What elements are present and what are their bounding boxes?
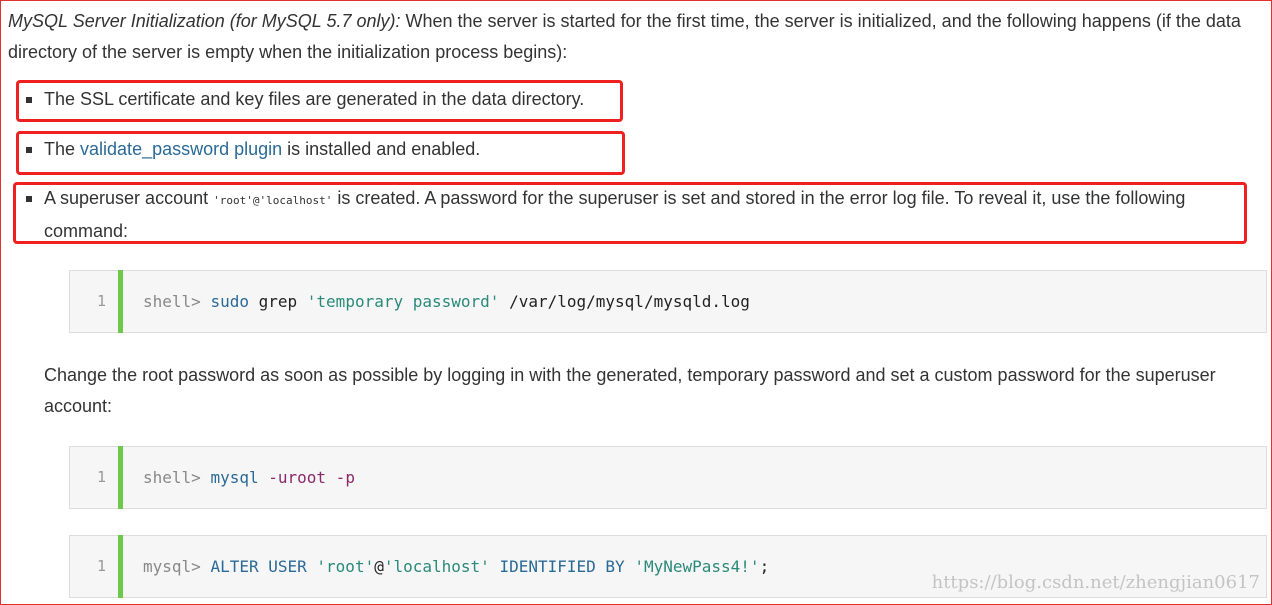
change-password-paragraph: Change the root password as soon as poss… (44, 365, 1216, 416)
code-line: shell> mysql -uroot -p (143, 447, 355, 508)
validate-password-plugin-link[interactable]: validate_password plugin (80, 139, 282, 159)
code-command: mysql (210, 468, 259, 487)
code-terminator: ; (759, 557, 770, 576)
code-command: sudo (210, 292, 249, 311)
line-number: 1 (96, 468, 106, 486)
bullet-validate-pre: The (44, 139, 81, 159)
code-string: 'MyNewPass4!' (634, 557, 760, 576)
code-string: 'temporary password' (306, 292, 500, 311)
line-number: 1 (96, 557, 106, 575)
code-block-mysql-login: 1 shell> mysql -uroot -p (69, 446, 1267, 509)
bullet-superuser: A superuser account 'root'@'localhost' i… (26, 183, 1239, 246)
watermark: https://blog.csdn.net/zhengjian0617 (931, 572, 1260, 593)
code-accent-bar (118, 535, 123, 598)
code-block-grep: 1 shell> sudo grep 'temporary password' … (69, 270, 1267, 333)
code-accent-bar (118, 270, 123, 333)
code-accent-bar (118, 446, 123, 509)
code-keyword: ALTER USER (210, 557, 307, 576)
code-path: /var/log/mysql/mysqld.log (509, 292, 750, 311)
code-line: mysql> ALTER USER 'root'@'localhost' IDE… (143, 536, 769, 597)
intro-lead: MySQL Server Initialization (for MySQL 5… (8, 11, 401, 31)
code-prompt: shell> (143, 292, 201, 311)
superuser-account-code: 'root'@'localhost' (213, 194, 333, 207)
bullet-ssl-text: The SSL certificate and key files are ge… (44, 89, 585, 109)
code-prompt: shell> (143, 468, 201, 487)
intro-paragraph: MySQL Server Initialization (for MySQL 5… (8, 6, 1266, 68)
bullet-ssl: The SSL certificate and key files are ge… (25, 84, 585, 114)
code-prompt: mysql> (143, 557, 201, 576)
code-keyword: IDENTIFIED BY (499, 557, 625, 576)
code-string: 'root' (316, 557, 375, 576)
code-flags: -uroot -p (268, 468, 355, 487)
code-at: @ (374, 557, 384, 576)
bullet-superuser-pre: A superuser account (44, 188, 214, 208)
code-arg: grep (258, 292, 298, 311)
line-number: 1 (96, 292, 106, 310)
code-string: 'localhost' (383, 557, 490, 576)
code-line: shell> sudo grep 'temporary password' /v… (143, 271, 750, 332)
bullet-validate-post: is installed and enabled. (282, 139, 481, 159)
bullet-validate: The validate_password plugin is installe… (25, 134, 481, 164)
